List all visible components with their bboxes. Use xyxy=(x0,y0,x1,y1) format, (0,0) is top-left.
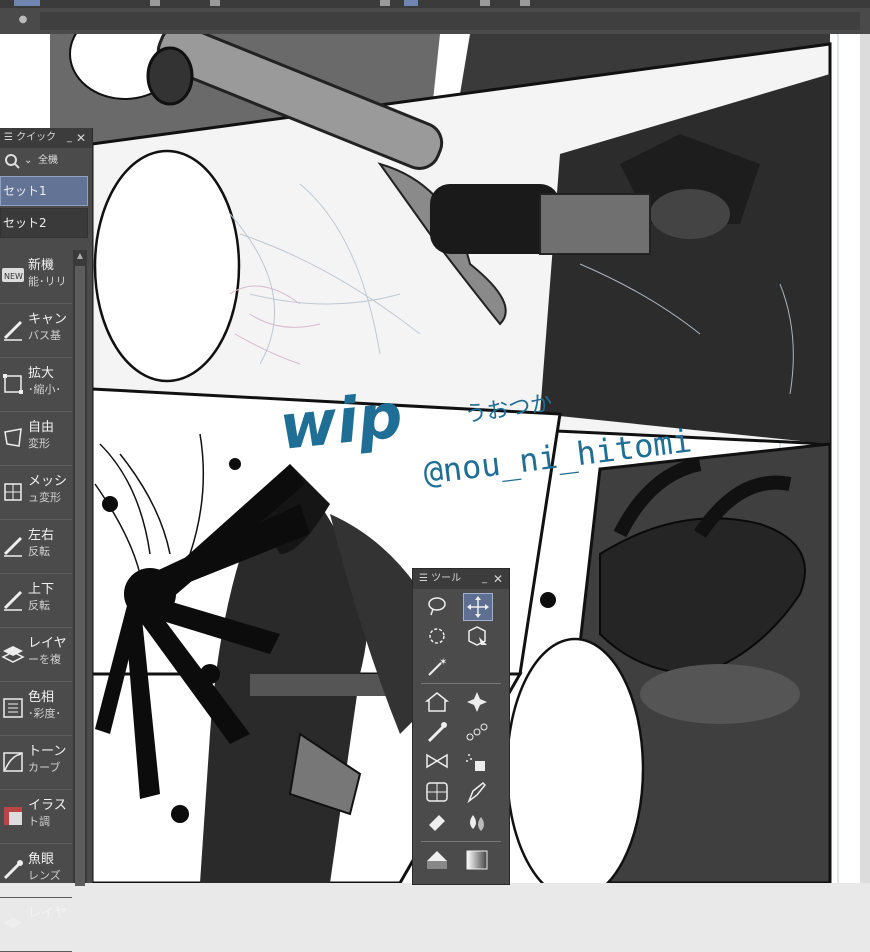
toolbar-icon[interactable] xyxy=(210,0,220,6)
tool-palette-title: ツール xyxy=(431,573,462,584)
menu-icon[interactable]: ☰ xyxy=(4,132,16,143)
toolbar-icon[interactable] xyxy=(150,0,160,6)
fisheye-lens-icon xyxy=(1,858,25,882)
quick-access-list: NEW 新機 能･リリ キャン バス基 拡大 ･縮小･ 自由 変形 メッシ ュ変形 左右 反転… xyxy=(0,250,72,952)
pen-nib-icon[interactable] xyxy=(463,779,491,805)
toolbar-active-button[interactable] xyxy=(14,0,40,6)
gradient-icon[interactable] xyxy=(463,847,491,873)
list-item[interactable]: 左右 反転 xyxy=(0,520,72,574)
quick-access-search[interactable]: ⌄ 全機 xyxy=(0,148,92,174)
list-item[interactable]: 魚眼 レンズ xyxy=(0,844,72,898)
list-item[interactable]: レイヤ ーを複 xyxy=(0,628,72,682)
toolbar-icon[interactable] xyxy=(380,0,390,6)
minimize-icon[interactable]: _ xyxy=(67,128,72,148)
chain-icon[interactable] xyxy=(463,719,491,745)
quick-access-palette: ☰ クイック _ ✕ ⌄ 全機 セット1 セット2 NEW 新機 能･リリ キャンバ… xyxy=(0,128,93,952)
flip-vertical-icon xyxy=(1,588,25,612)
search-icon[interactable] xyxy=(4,153,20,169)
tool-palette-titlebar[interactable]: ☰ ツール _ ✕ xyxy=(413,569,509,589)
tone-curve-icon xyxy=(1,750,25,774)
illustration-filter-icon xyxy=(1,804,25,828)
duplicate-layer-icon xyxy=(1,642,25,666)
close-icon[interactable]: ✕ xyxy=(76,128,86,148)
command-bar-area xyxy=(40,12,860,30)
divider xyxy=(421,841,501,842)
svg-text:NEW: NEW xyxy=(4,272,23,281)
list-item[interactable]: NEW 新機 能･リリ xyxy=(0,250,72,304)
sparkle-icon[interactable] xyxy=(463,689,491,715)
scroll-up-icon[interactable]: ▲ xyxy=(73,250,87,262)
flip-horizontal-icon xyxy=(1,534,25,558)
scrollbar-thumb[interactable] xyxy=(75,266,85,886)
layer-icon xyxy=(1,912,25,936)
object-select-icon[interactable] xyxy=(463,623,491,649)
quick-access-title: クイック xyxy=(16,132,57,143)
scale-icon xyxy=(1,372,25,396)
canvas-tab-marker[interactable]: ● xyxy=(14,14,32,28)
divider xyxy=(421,683,501,684)
blend-drops-icon[interactable] xyxy=(463,809,491,835)
toolbar-icon[interactable] xyxy=(404,0,418,6)
canvas-basic-icon xyxy=(1,318,25,342)
toolbar-icon[interactable] xyxy=(520,0,530,6)
quick-access-titlebar[interactable]: ☰ クイック _ ✕ xyxy=(0,128,92,148)
search-scope-label: 全機 xyxy=(38,155,58,166)
list-item[interactable]: 拡大 ･縮小･ xyxy=(0,358,72,412)
menu-icon[interactable]: ☰ xyxy=(419,573,431,584)
list-item[interactable]: イラス ト調 xyxy=(0,790,72,844)
quick-access-scrollbar[interactable]: ▲ xyxy=(73,250,87,886)
close-icon[interactable]: ✕ xyxy=(493,569,503,589)
free-transform-icon xyxy=(1,426,25,450)
minimize-icon[interactable]: _ xyxy=(482,569,487,589)
list-item[interactable]: 自由 変形 xyxy=(0,412,72,466)
list-item[interactable]: 上下 反転 xyxy=(0,574,72,628)
frame-border-icon[interactable] xyxy=(423,779,451,805)
list-item[interactable]: メッシ ュ変形 xyxy=(0,466,72,520)
fill-bucket-icon[interactable] xyxy=(423,847,451,873)
canvas-scrollbar[interactable] xyxy=(860,34,870,883)
watermark-wip: wip xyxy=(276,378,406,463)
chevron-down-icon[interactable]: ⌄ xyxy=(24,148,32,174)
mesh-transform-icon xyxy=(1,480,25,504)
svg-text:✶: ✶ xyxy=(439,657,447,668)
eraser-icon[interactable] xyxy=(423,809,451,835)
house-figure-icon[interactable] xyxy=(423,689,451,715)
speech-balloon xyxy=(93,149,241,383)
set-tab-2[interactable]: セット2 xyxy=(0,208,88,238)
list-item[interactable]: トーン カーブ xyxy=(0,736,72,790)
spray-icon[interactable] xyxy=(463,749,491,775)
list-item[interactable]: レイヤ xyxy=(0,898,72,952)
lasso-icon[interactable] xyxy=(423,593,451,619)
toolbar-icon[interactable] xyxy=(480,0,490,6)
hue-saturation-icon xyxy=(1,696,25,720)
speech-balloon xyxy=(505,637,645,883)
bow-decoration-icon[interactable] xyxy=(423,749,451,775)
set-tab-1[interactable]: セット1 xyxy=(0,176,88,206)
title-strip xyxy=(0,0,870,8)
new-badge-icon: NEW xyxy=(1,264,25,288)
tool-palette: ☰ ツール _ ✕ ✶ xyxy=(412,568,510,885)
list-item[interactable]: キャン バス基 xyxy=(0,304,72,358)
move-icon[interactable] xyxy=(463,593,493,621)
command-bar: ● xyxy=(0,8,870,35)
auto-action-icon[interactable]: ✶ xyxy=(423,653,451,679)
eyedropper-icon[interactable] xyxy=(423,719,451,745)
rotate-view-icon[interactable] xyxy=(423,623,451,649)
list-item[interactable]: 色相 ･彩度･ xyxy=(0,682,72,736)
